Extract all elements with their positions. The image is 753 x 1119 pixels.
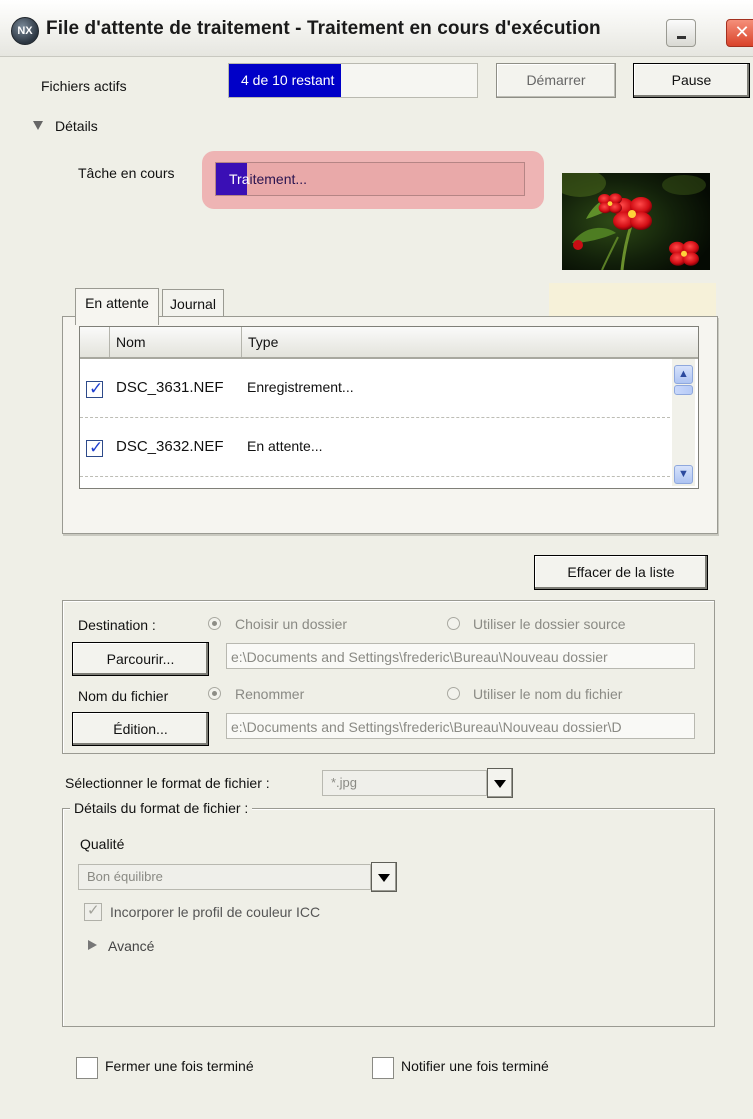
title-bar[interactable]: NX File d'attente de traitement - Traite… <box>0 0 753 57</box>
radio-choose-folder[interactable] <box>208 617 221 630</box>
window-title: File d'attente de traitement - Traitemen… <box>46 18 601 39</box>
close-when-done-label[interactable]: Fermer une fois terminé <box>105 1058 254 1074</box>
edit-button[interactable]: Édition... <box>72 712 209 746</box>
triangle-down-icon[interactable] <box>33 121 43 130</box>
radio-use-source-folder[interactable] <box>447 617 460 630</box>
files-progress-bar: 4 de 10 restant <box>228 63 478 98</box>
check-icon: ✓ <box>87 902 100 919</box>
row-file-name: DSC_3632.NEF <box>116 438 224 455</box>
tab-queue[interactable]: En attente <box>75 288 159 325</box>
list-item[interactable]: ✓ DSC_3632.NEF En attente... <box>80 418 670 477</box>
row-file-name: DSC_3631.NEF <box>116 379 224 396</box>
choose-folder-label[interactable]: Choisir un dossier <box>235 616 347 632</box>
row-checkbox[interactable]: ✓ <box>86 438 104 457</box>
format-details-label: Détails du format de fichier : <box>70 800 253 816</box>
list-item[interactable]: ✓ DSC_3631.NEF Enregistrement... <box>80 359 670 418</box>
list-header: Nom Type <box>80 327 698 359</box>
file-name-path-field[interactable]: e:\Documents and Settings\frederic\Burea… <box>226 713 695 739</box>
select-format-label: Sélectionner le format de fichier : <box>65 775 270 791</box>
queue-list[interactable]: Nom Type ✓ DSC_3631.NEF Enregistrement..… <box>79 326 699 489</box>
pause-button[interactable]: Pause <box>633 63 750 98</box>
minimize-button[interactable] <box>666 19 696 47</box>
nx-app-icon[interactable]: NX <box>11 17 39 45</box>
browse-button[interactable]: Parcourir... <box>72 642 209 676</box>
row-checkbox[interactable]: ✓ <box>86 379 104 398</box>
column-header-type[interactable]: Type <box>242 327 698 357</box>
check-icon: ✓ <box>89 379 104 398</box>
quality-select[interactable]: Bon équilibre <box>78 864 371 890</box>
triangle-right-icon[interactable] <box>88 940 97 950</box>
embed-icc-label[interactable]: Incorporer le profil de couleur ICC <box>110 904 320 920</box>
start-button[interactable]: Démarrer <box>496 63 616 98</box>
active-files-label: Fichiers actifs <box>41 78 127 94</box>
scroll-thumb[interactable] <box>674 385 693 395</box>
file-format-select[interactable]: *.jpg <box>322 770 487 796</box>
current-task-label: Tâche en cours <box>78 165 175 181</box>
file-name-label: Nom du fichier <box>78 688 169 704</box>
processing-queue-window: NX File d'attente de traitement - Traite… <box>0 0 753 1119</box>
scroll-up-icon[interactable]: ▲ <box>674 365 693 384</box>
notify-when-done-label[interactable]: Notifier une fois terminé <box>401 1058 549 1074</box>
task-text-prefix: Tra <box>229 171 250 187</box>
radio-rename[interactable] <box>208 687 221 700</box>
task-progress-text: Traitement... <box>229 171 307 187</box>
use-file-name-label[interactable]: Utiliser le nom du fichier <box>473 686 622 702</box>
notify-when-done-checkbox[interactable] <box>372 1057 394 1079</box>
quality-label: Qualité <box>80 836 125 852</box>
close-button[interactable]: ✕ <box>726 19 753 47</box>
preview-thumbnail <box>562 173 710 270</box>
chevron-down-icon[interactable] <box>487 768 513 798</box>
rename-label[interactable]: Renommer <box>235 686 304 702</box>
thumbnail-caption-area <box>549 283 716 317</box>
column-header-check[interactable] <box>80 327 110 357</box>
embed-icc-checkbox[interactable]: ✓ <box>84 902 102 921</box>
check-icon: ✓ <box>89 438 104 457</box>
task-text-rest: itement... <box>249 171 308 187</box>
row-file-type: Enregistrement... <box>247 379 354 395</box>
destination-path-field[interactable]: e:\Documents and Settings\frederic\Burea… <box>226 643 695 669</box>
flower-photo-image <box>562 173 710 270</box>
task-progress-bar: Traitement... <box>215 162 525 196</box>
destination-label: Destination : <box>78 617 156 633</box>
chevron-down-icon[interactable] <box>371 862 397 892</box>
list-scrollbar[interactable]: ▲ ▼ <box>672 359 695 486</box>
radio-use-file-name[interactable] <box>447 687 460 700</box>
details-toggle-label[interactable]: Détails <box>55 118 98 134</box>
advanced-toggle-label[interactable]: Avancé <box>108 938 154 954</box>
clear-list-button[interactable]: Effacer de la liste <box>534 555 708 590</box>
row-file-type: En attente... <box>247 438 323 454</box>
column-header-name[interactable]: Nom <box>110 327 242 357</box>
use-source-folder-label[interactable]: Utiliser le dossier source <box>473 616 626 632</box>
scroll-down-icon[interactable]: ▼ <box>674 465 693 484</box>
files-progress-text: 4 de 10 restant <box>241 72 335 88</box>
close-when-done-checkbox[interactable] <box>76 1057 98 1079</box>
